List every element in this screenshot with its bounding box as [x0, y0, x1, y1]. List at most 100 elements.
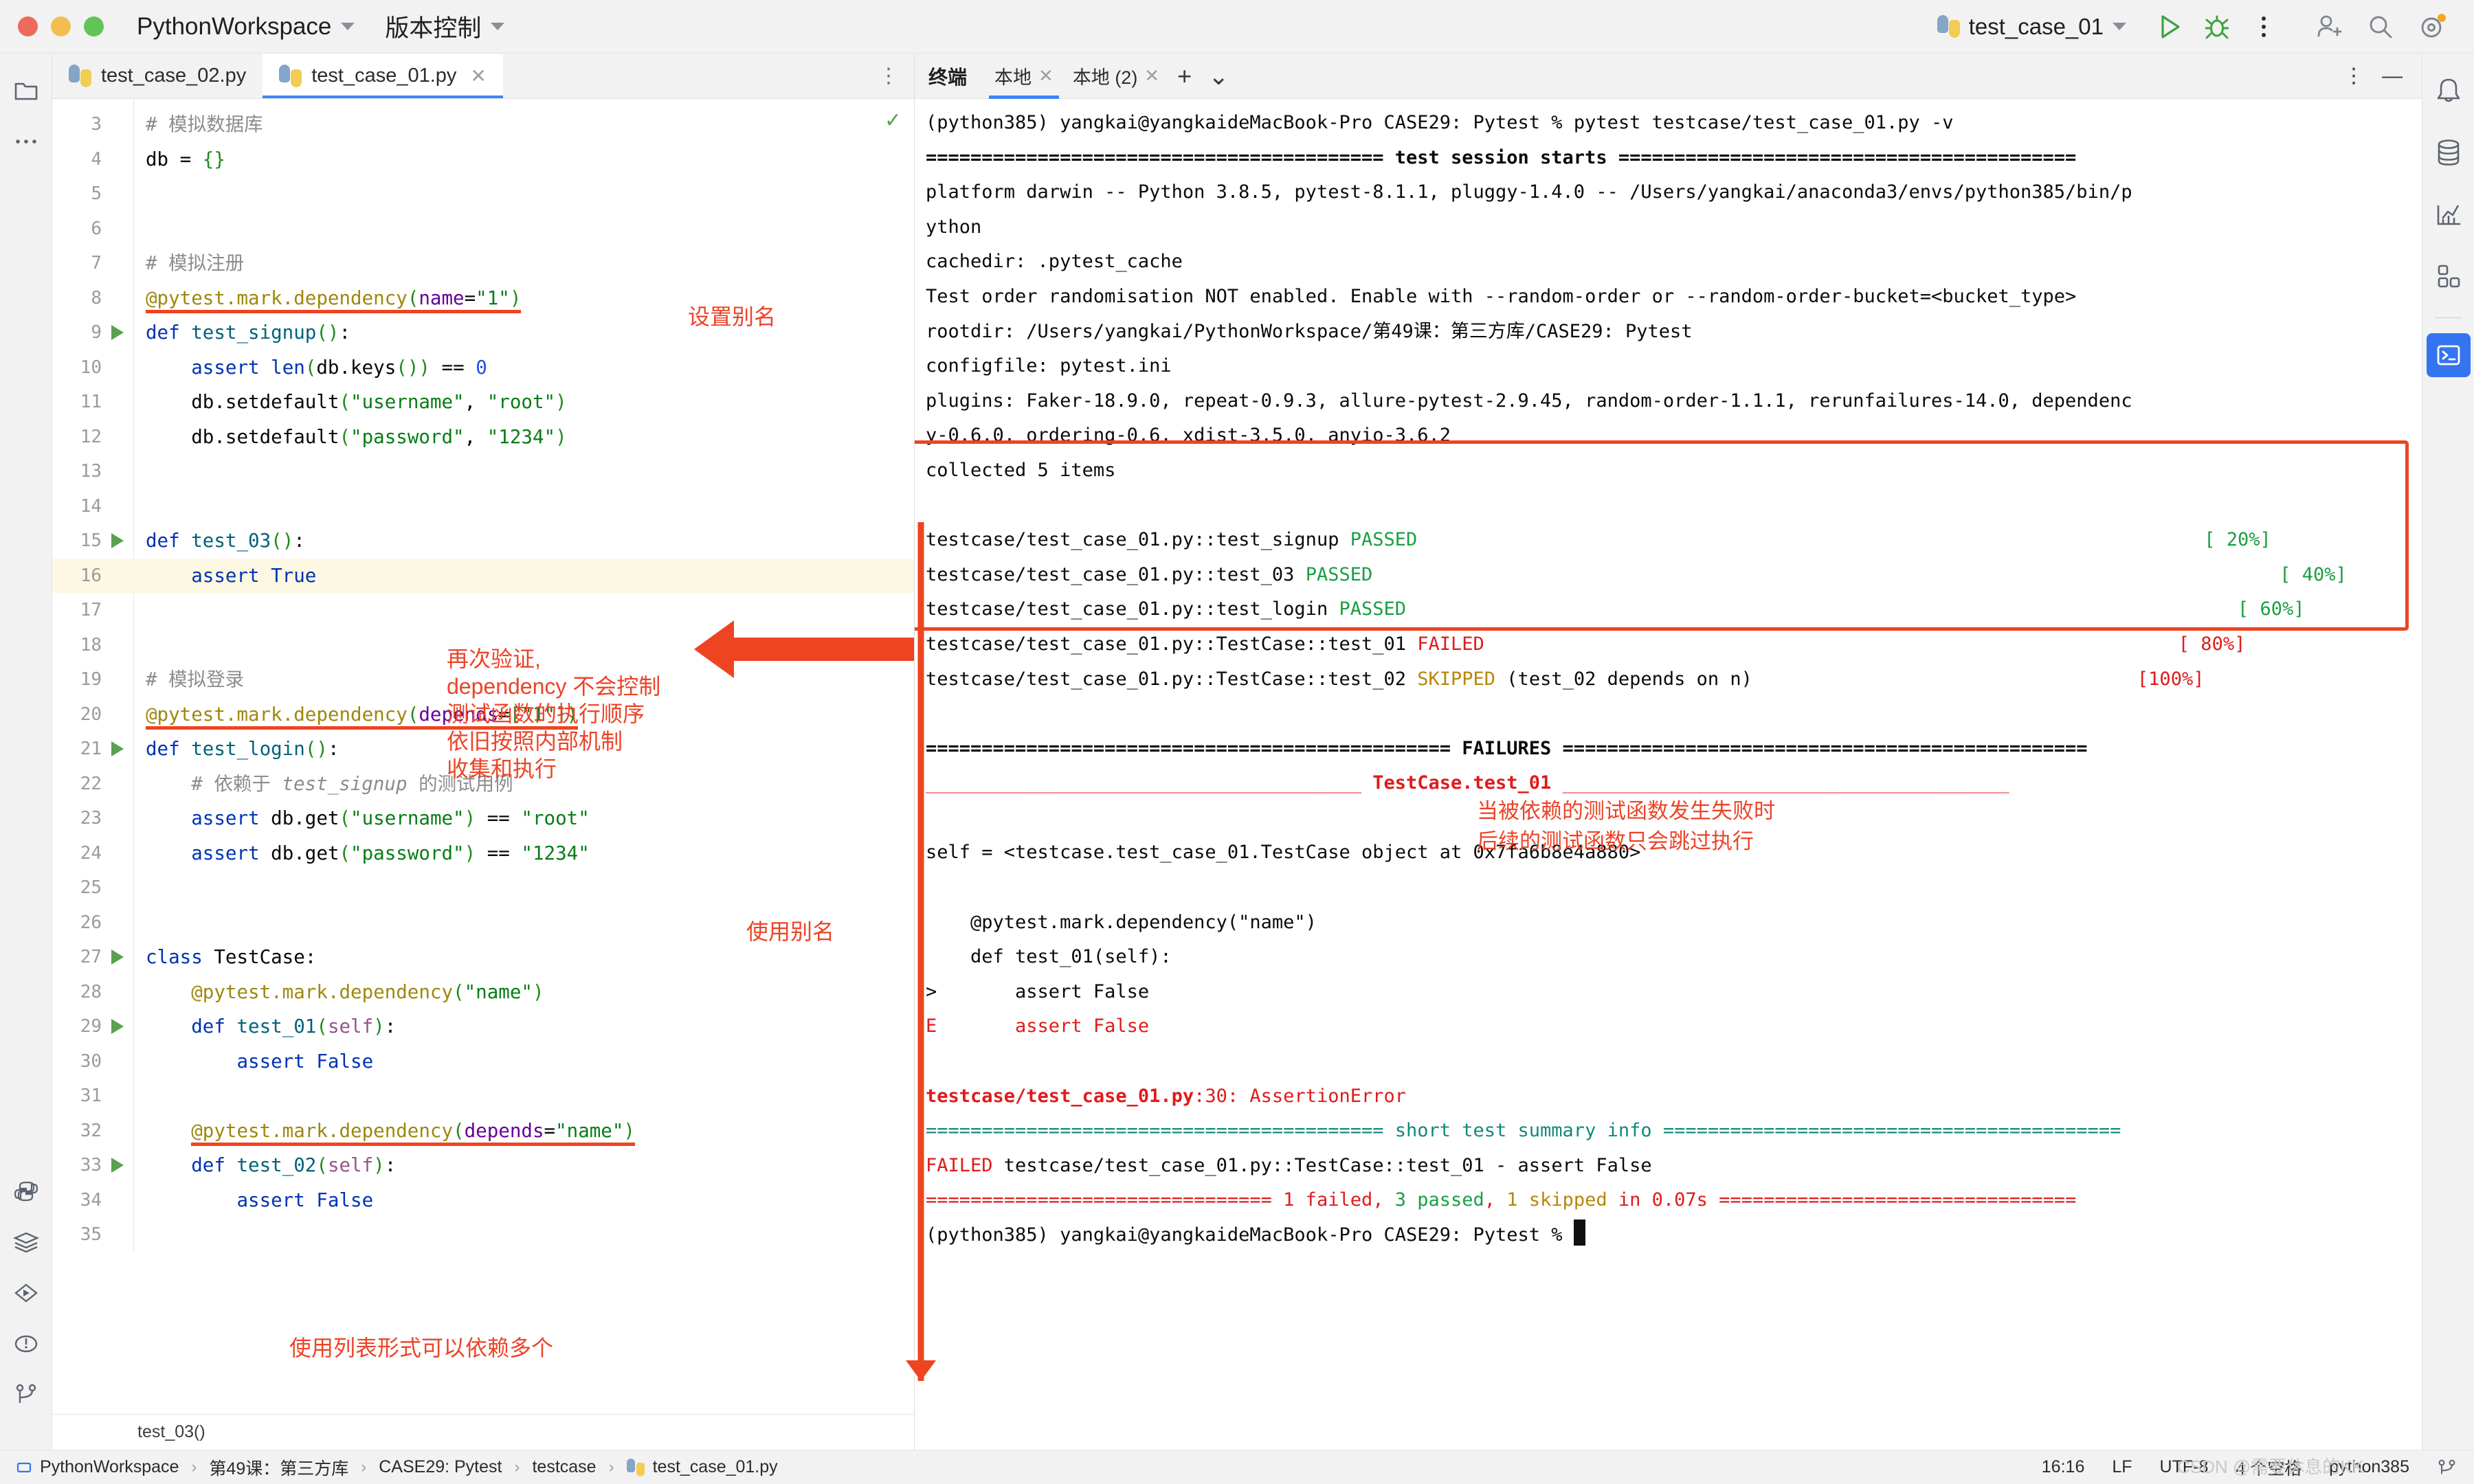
- run-line-icon[interactable]: [102, 533, 133, 549]
- test-status: PASSED: [1339, 598, 1407, 620]
- final-rule-left: ===============================: [926, 1189, 1284, 1211]
- plugins-widgets-icon[interactable]: [2427, 254, 2471, 298]
- close-terminal-tab-icon[interactable]: ✕: [1144, 65, 1159, 87]
- run-line-icon[interactable]: [102, 325, 133, 341]
- test-path: testcase/test_case_01.py::test_signup: [926, 529, 1339, 551]
- annotation-list-multiple: 使用列表形式可以依赖多个: [289, 1336, 554, 1360]
- failure-code-line: @pytest.mark.dependency("name"): [926, 911, 1317, 933]
- code-line: 20 @pytest.mark.dependency(depends=["1"]): [52, 697, 914, 732]
- code-line: 15 def test_03():: [52, 524, 914, 559]
- git-branch-icon[interactable]: [2437, 1459, 2458, 1476]
- close-terminal-tab-icon[interactable]: ✕: [1038, 65, 1054, 87]
- code-text: assert len(db.keys()) == 0: [191, 356, 487, 379]
- terminal-tool-icon[interactable]: [2426, 333, 2471, 377]
- code-line: 6: [52, 212, 914, 247]
- ide-window: PythonWorkspace 版本控制 test_case_01 test_c…: [0, 0, 2474, 1484]
- project-tool-icon[interactable]: [5, 70, 47, 111]
- python-interpreter[interactable]: python385: [2329, 1457, 2409, 1477]
- breadcrumb-item-file[interactable]: test_case_01.py: [653, 1457, 778, 1477]
- breadcrumb-item-case[interactable]: CASE29: Pytest: [379, 1457, 502, 1477]
- terminal-more-icon[interactable]: ⋮: [2343, 64, 2364, 88]
- module-icon: [16, 1462, 32, 1472]
- project-selector[interactable]: PythonWorkspace: [137, 13, 355, 41]
- breadcrumb-separator: ›: [361, 1457, 367, 1476]
- code-line: 25: [52, 870, 914, 906]
- terminal-minimize-icon[interactable]: —: [2382, 65, 2403, 88]
- more-tool-windows-icon[interactable]: [5, 121, 47, 162]
- database-icon[interactable]: [2427, 131, 2471, 175]
- indent-setting[interactable]: 4 个空格: [2236, 1455, 2302, 1480]
- editor-tabs-more-icon[interactable]: ⋮: [863, 54, 914, 98]
- close-tab-icon[interactable]: ✕: [470, 65, 486, 87]
- run-tool-icon[interactable]: [5, 1272, 47, 1314]
- structure-layers-icon[interactable]: [5, 1222, 47, 1263]
- python-console-icon[interactable]: [5, 1171, 47, 1212]
- debug-icon[interactable]: [2201, 11, 2233, 43]
- terminal-tab-label: 本地 (2): [1072, 67, 1138, 88]
- failure-test-name: TestCase.test_01: [1372, 772, 1552, 794]
- terminal-blank: [926, 488, 2422, 524]
- editor-tab-test-case-02[interactable]: test_case_02.py: [52, 54, 263, 98]
- run-line-icon[interactable]: [102, 1158, 133, 1173]
- run-line-icon[interactable]: [102, 1019, 133, 1035]
- run-configuration-selector[interactable]: test_case_01: [1937, 14, 2126, 40]
- vcs-menu[interactable]: 版本控制: [385, 9, 505, 44]
- final-passed-count: 3 passed: [1394, 1189, 1484, 1211]
- run-line-icon[interactable]: [102, 741, 133, 757]
- summary-failed-row: FAILED testcase/test_case_01.py::TestCas…: [926, 1149, 2422, 1184]
- line-number: 13: [80, 461, 102, 482]
- test-percent: [ 40%]: [2280, 563, 2347, 585]
- terminal-output[interactable]: (python385) yangkai@yangkaideMacBook-Pro…: [915, 99, 2422, 1450]
- code-line: 19 # 模拟登录: [52, 662, 914, 697]
- line-number: 29: [80, 1016, 102, 1037]
- code-line: 10 assert len(db.keys()) == 0: [52, 350, 914, 385]
- add-user-icon[interactable]: [2313, 11, 2344, 43]
- test-percent: [ 80%]: [2178, 633, 2246, 655]
- terminal-line: rootdir: /Users/yangkai/PythonWorkspace/…: [926, 320, 1693, 342]
- breadcrumb-separator: ›: [608, 1457, 614, 1476]
- terminal-tab-local[interactable]: 本地 ✕: [985, 54, 1063, 99]
- code-text: def test_03():: [146, 530, 305, 552]
- failure-self-line: self = <testcase.test_case_01.TestCase o…: [926, 842, 1641, 864]
- code-text: @pytest.mark.dependency("name"): [191, 980, 544, 1003]
- minimize-window-button[interactable]: [51, 16, 71, 36]
- breadcrumb-item-lesson[interactable]: 第49课：第三方库: [209, 1455, 348, 1480]
- terminal-tab-local-2[interactable]: 本地 (2) ✕: [1063, 54, 1169, 99]
- line-number: 8: [91, 287, 102, 308]
- editor-column: test_case_02.py test_case_01.py ✕ ⋮ ✓ 3 #…: [52, 54, 914, 1450]
- settings-gear-icon[interactable]: [2417, 11, 2449, 43]
- line-separator[interactable]: LF: [2112, 1457, 2132, 1477]
- failure-location-rest: :30: AssertionError: [1194, 1085, 1406, 1107]
- python-file-icon: [626, 1458, 645, 1476]
- file-encoding[interactable]: UTF-8: [2160, 1457, 2209, 1477]
- search-icon[interactable]: [2365, 11, 2396, 43]
- breadcrumb-item-testcase[interactable]: testcase: [532, 1457, 596, 1477]
- shell-command: pytest testcase/test_case_01.py -v: [1573, 112, 1954, 133]
- more-options-icon[interactable]: [2248, 11, 2280, 43]
- profiler-chart-icon[interactable]: [2427, 192, 2471, 236]
- test-result-row: testcase/test_case_01.py::test_login PAS…: [926, 592, 2422, 627]
- code-editor[interactable]: ✓ 3 # 模拟数据库 4 db = {} 5 6 7 # 模拟注册 8 @pytest…: [52, 99, 914, 1414]
- breadcrumb-item-project[interactable]: PythonWorkspace: [40, 1457, 179, 1477]
- code-text: def test_signup():: [146, 322, 351, 344]
- terminal-dropdown-icon[interactable]: ⌄: [1200, 62, 1237, 91]
- close-window-button[interactable]: [18, 16, 38, 36]
- terminal-collected-count: collected 5 items: [926, 459, 1116, 481]
- failure-code-line: > assert False: [926, 980, 1150, 1002]
- shell-prompt: (python385) yangkai@yangkaideMacBook-Pro…: [926, 1224, 1574, 1246]
- run-icon[interactable]: [2154, 11, 2186, 43]
- code-text: def test_01(self):: [191, 1015, 397, 1037]
- notifications-bell-icon[interactable]: [2427, 69, 2471, 113]
- caret-position[interactable]: 16:16: [2042, 1457, 2085, 1477]
- code-line: 21 def test_login():: [52, 732, 914, 767]
- chevron-down-icon: [341, 23, 355, 30]
- terminal-prompt-row: (python385) yangkai@yangkaideMacBook-Pro…: [926, 1218, 2422, 1253]
- maximize-window-button[interactable]: [84, 16, 104, 36]
- run-line-icon[interactable]: [102, 949, 133, 965]
- editor-tab-test-case-01[interactable]: test_case_01.py ✕: [263, 54, 503, 98]
- new-terminal-icon[interactable]: +: [1169, 62, 1200, 91]
- problems-icon[interactable]: [5, 1323, 47, 1364]
- line-number: 31: [80, 1086, 102, 1106]
- line-number: 27: [80, 947, 102, 967]
- git-branch-icon[interactable]: [5, 1374, 47, 1415]
